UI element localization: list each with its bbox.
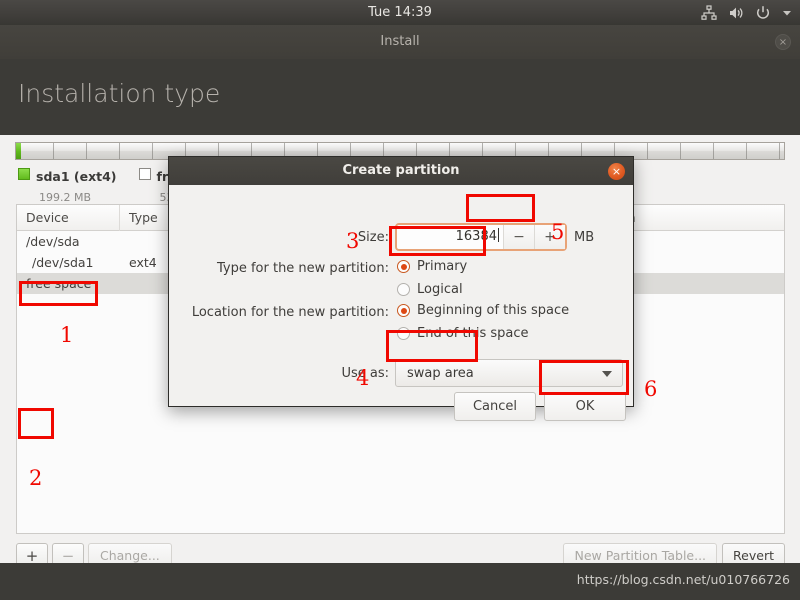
legend-swatch-icon xyxy=(138,168,151,180)
legend-name: sda1 (ext4) xyxy=(36,169,117,184)
use-as-label: Use as: xyxy=(341,366,389,381)
bottom-bar: https://blog.csdn.net/u010766726 xyxy=(0,563,800,600)
cell-device: /dev/sda xyxy=(26,234,80,249)
size-label: Size: xyxy=(357,230,389,245)
header-band: Installation type xyxy=(0,59,800,135)
radio-end-label: End of this space xyxy=(417,326,529,341)
table-header-device[interactable]: Device xyxy=(17,205,120,231)
network-icon[interactable] xyxy=(701,4,717,21)
partition-type-label: Type for the new partition: xyxy=(216,261,389,276)
radio-primary[interactable]: Primary xyxy=(397,259,467,274)
size-input[interactable]: 16384 xyxy=(397,225,503,249)
radio-icon xyxy=(397,327,410,340)
radio-icon xyxy=(397,283,410,296)
panel-indicators xyxy=(701,0,792,25)
chevron-down-icon[interactable] xyxy=(782,5,792,21)
chevron-down-icon xyxy=(602,371,612,377)
ok-button[interactable]: OK xyxy=(544,392,626,421)
top-panel: Tue 14:39 xyxy=(0,0,800,25)
page-title: Installation type xyxy=(18,79,221,108)
annotation-number-5: 5 xyxy=(551,220,565,244)
use-as-select[interactable]: swap area xyxy=(395,359,623,387)
legend-size: 199.2 MB xyxy=(39,191,92,204)
radio-primary-label: Primary xyxy=(417,259,468,274)
create-partition-dialog: Create partition × Size: 16384 − + MB Ty… xyxy=(168,156,634,421)
window-titlebar: Install × xyxy=(0,25,800,59)
dialog-title: Create partition xyxy=(342,163,460,178)
cell-device: free space xyxy=(26,276,92,291)
close-icon[interactable]: × xyxy=(608,163,625,180)
radio-beginning-label: Beginning of this space xyxy=(417,303,570,318)
panel-clock[interactable]: Tue 14:39 xyxy=(0,0,800,25)
annotation-number-2: 2 xyxy=(29,466,43,490)
size-decrement-button[interactable]: − xyxy=(503,225,534,249)
radio-icon xyxy=(397,304,410,317)
radio-beginning-of-space[interactable]: Beginning of this space xyxy=(397,303,569,318)
dialog-titlebar: Create partition × xyxy=(169,157,633,185)
legend-item: sda1 (ext4) 199.2 MB xyxy=(18,166,117,206)
partition-legend: sda1 (ext4) 199.2 MB fre 53. xyxy=(18,166,177,206)
size-value: 16384 xyxy=(455,229,497,244)
volume-icon[interactable] xyxy=(728,5,744,21)
annotation-number-4: 4 xyxy=(356,366,370,390)
cell-device: /dev/sda1 xyxy=(32,255,94,270)
close-icon[interactable]: × xyxy=(775,34,791,50)
radio-icon xyxy=(397,260,410,273)
window-title: Install xyxy=(380,34,420,49)
radio-end-of-space[interactable]: End of this space xyxy=(397,326,529,341)
annotation-number-6: 6 xyxy=(644,377,658,401)
use-as-selected-value: swap area xyxy=(407,366,474,381)
radio-logical-label: Logical xyxy=(417,282,463,297)
radio-logical[interactable]: Logical xyxy=(397,282,463,297)
text-caret xyxy=(498,228,499,242)
cancel-button[interactable]: Cancel xyxy=(454,392,536,421)
partition-location-label: Location for the new partition: xyxy=(191,305,389,320)
screen-root: Tue 14:39 Install × Installation type sd… xyxy=(0,0,800,600)
annotation-number-3: 3 xyxy=(346,229,360,253)
legend-swatch-icon xyxy=(18,168,30,180)
power-icon[interactable] xyxy=(755,5,771,21)
size-unit-label: MB xyxy=(574,230,595,245)
annotation-number-1: 1 xyxy=(60,323,74,347)
watermark-text: https://blog.csdn.net/u010766726 xyxy=(576,572,790,587)
size-spinner[interactable]: 16384 − + xyxy=(395,223,567,251)
dialog-body: Size: 16384 − + MB Type for the new part… xyxy=(169,185,633,421)
